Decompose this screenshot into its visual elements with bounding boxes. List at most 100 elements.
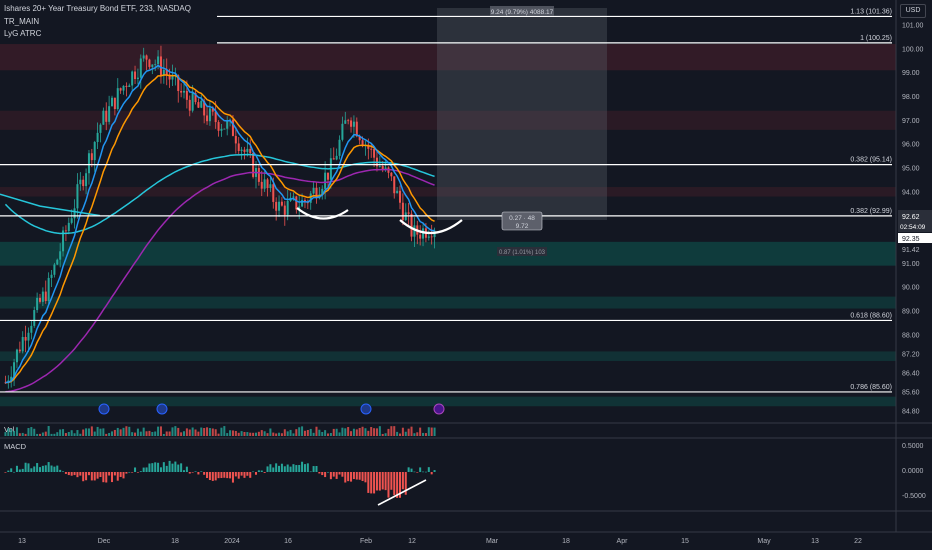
volume-bar [427,427,430,436]
volume-bar [145,431,148,436]
macd-tick: -0.5000 [902,493,926,500]
macd-bar [154,462,157,472]
macd-bar [105,472,108,483]
volume-bar [142,427,145,436]
macd-bar [387,472,390,498]
volume-bar [139,431,142,436]
volume-bar [38,433,42,436]
indicator-lyg-atrc[interactable]: LyG ATRC [4,29,41,38]
macd-bar [364,472,367,483]
candle-body [292,196,295,198]
macd-bar [188,472,191,474]
macd-bar [165,465,168,472]
candle-body [246,148,249,152]
macd-bar [13,471,16,473]
event-marker[interactable] [360,403,372,415]
volume-bar [298,427,301,436]
volume-bar [249,432,252,436]
volume-bar [387,428,390,436]
macd-bar [269,464,272,472]
volume-bar [373,428,376,436]
macd-bar [59,469,62,472]
currency-button[interactable]: USD [900,4,926,18]
macd-bar [220,472,223,479]
macd-bar [373,472,376,494]
volume-bar [269,428,272,436]
candle-body [407,212,410,214]
volume-bar [134,432,137,436]
measure-box[interactable] [437,8,607,220]
trading-chart[interactable]: 1.13 (101.36) 1 (100.25) 0.382 (95.14) 0.38… [0,0,932,550]
time-tick: Feb [360,538,372,545]
candle-body [99,124,102,133]
candle-body [427,236,430,238]
macd-bar [214,472,217,481]
macd-bar [191,472,194,473]
lightning-icon[interactable] [433,403,445,415]
macd-bar [177,464,180,472]
macd-bar [375,472,378,491]
volume-bar [358,427,361,436]
candle-body [47,277,50,302]
volume-bar [335,428,338,436]
volume-bar [260,430,263,436]
volume-bar [419,427,422,436]
volume-bar [220,427,223,436]
macd-bar [352,472,355,480]
volume-bar [128,426,131,436]
volume-bar [41,432,44,436]
volume-bar [364,428,367,436]
candle-body [335,155,338,160]
fib-level-label: 0.786 (85.60) [850,384,892,391]
macd-bar [131,472,134,473]
candle-body [50,274,53,278]
volume-bar [280,433,283,436]
macd-bar [47,462,50,472]
macd-bar [424,471,427,473]
candle-body [352,121,355,127]
volume-bar [344,428,347,436]
volume-bar [36,433,39,436]
volume-bar [7,428,10,436]
volume-bar [85,428,88,436]
fib-level-label: 0.618 (88.60) [850,312,892,319]
volume-bar [416,432,419,436]
volume-bar [393,426,396,436]
volume-bar [76,430,79,436]
volume-bar [252,432,255,436]
macd-bar [257,470,260,472]
macd-bar [347,472,350,482]
candle-body [197,102,200,108]
indicator-tr-main[interactable]: TR_MAIN [4,17,39,26]
candle-body [286,200,289,215]
volume-bar [4,432,7,436]
price-tick: 84.80 [902,409,920,416]
macd-bar [393,472,396,496]
macd-bar [116,472,119,481]
macd-bar [206,472,209,479]
candle-body [275,201,278,211]
volume-bar [352,428,355,436]
candle-body [260,181,263,189]
volume-bar [240,431,243,436]
candle-body [145,55,148,60]
volume-bar [99,428,102,436]
macd-bar [24,462,27,472]
volume-bar [318,429,321,436]
time-tick: 18 [171,538,179,545]
candle-body [182,90,186,93]
volume-bar [324,430,327,436]
symbol-title[interactable]: Ishares 20+ Year Treasury Bond ETF, 233,… [4,4,191,13]
volume-bar [243,431,246,436]
event-marker[interactable] [156,403,168,415]
event-marker[interactable] [98,403,110,415]
price-zone [0,241,896,266]
macd-bar [298,464,301,472]
macd-bar [21,468,24,472]
macd-bar [381,472,384,490]
volume-bar [64,433,67,436]
macd-bar [96,472,99,479]
macd-label: MACD [4,442,27,451]
macd-bar [203,472,206,475]
volume-bar [136,428,139,436]
